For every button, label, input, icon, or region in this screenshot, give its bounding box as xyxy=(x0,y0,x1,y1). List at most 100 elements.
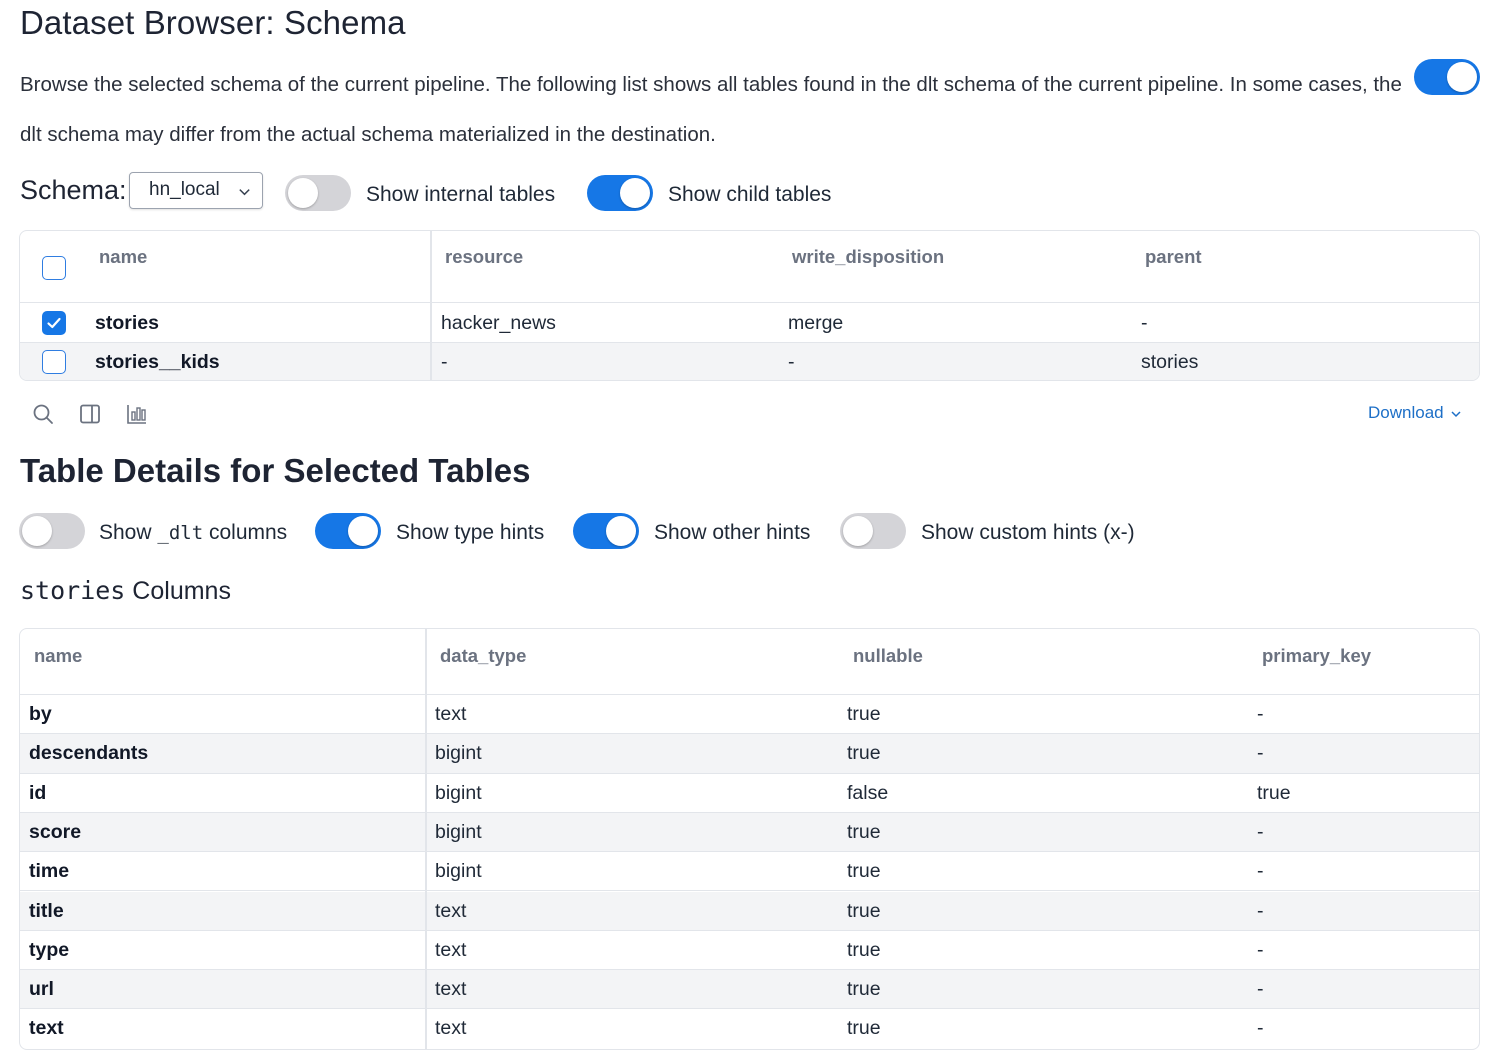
page-title: Dataset Browser: Schema xyxy=(20,4,406,41)
chevron-down-icon xyxy=(239,189,250,196)
cell-primary-key: - xyxy=(1257,1017,1264,1040)
header-resource: resource xyxy=(445,246,524,267)
show-child-tables-label: Show child tables xyxy=(668,183,832,206)
cell-primary-key: - xyxy=(1257,703,1264,725)
header-name: name xyxy=(34,645,83,666)
column-divider xyxy=(430,231,432,380)
cell-nullable: true xyxy=(847,703,881,725)
cell-data-type: text xyxy=(435,938,467,961)
cell-primary-key: - xyxy=(1257,938,1264,961)
table-row[interactable]: text text true - xyxy=(20,1009,1479,1048)
cell-nullable: true xyxy=(847,899,881,922)
cell-nullable: true xyxy=(847,742,881,765)
table-header-row: name data_type nullable primary_key xyxy=(20,629,1479,695)
download-button[interactable]: Download xyxy=(1368,403,1462,423)
intro-toggle[interactable] xyxy=(1414,59,1480,95)
column-divider xyxy=(425,629,427,1049)
table-row[interactable]: stories__kids - - stories xyxy=(20,343,1479,380)
cell-data-type: text xyxy=(435,1017,467,1040)
cell-nullable: true xyxy=(847,860,881,883)
table-row[interactable]: id bigint false true xyxy=(20,774,1479,813)
show-dlt-columns-label: Show _dlt columns xyxy=(99,521,288,544)
header-parent: parent xyxy=(1145,246,1202,267)
cell-data-type: text xyxy=(435,978,467,1001)
download-label: Download xyxy=(1368,403,1444,422)
table-row[interactable]: score bigint true - xyxy=(20,812,1479,853)
show-dlt-columns-toggle[interactable] xyxy=(19,513,85,549)
tables-table: name resource write_disposition parent s… xyxy=(19,230,1480,381)
cell-primary-key: - xyxy=(1257,742,1264,765)
table-row[interactable]: by text true - xyxy=(20,695,1479,735)
cell-data-type: bigint xyxy=(435,781,482,804)
page-intro: Browse the selected schema of the curren… xyxy=(20,73,1402,146)
cell-data-type: bigint xyxy=(435,742,482,765)
show-other-hints-toggle[interactable] xyxy=(573,513,639,549)
chevron-down-icon xyxy=(1451,410,1461,417)
show-internal-tables-toggle[interactable] xyxy=(285,175,351,211)
cell-name: id xyxy=(29,781,47,804)
header-name: name xyxy=(99,246,148,267)
cell-data-type: bigint xyxy=(435,860,482,883)
search-icon[interactable] xyxy=(31,402,55,426)
schema-label: Schema: xyxy=(20,175,127,205)
cell-resource: hacker_news xyxy=(441,312,556,334)
cell-parent: - xyxy=(1141,312,1148,334)
table-row[interactable]: url text true - xyxy=(20,970,1479,1010)
cell-name: stories__kids xyxy=(95,351,220,373)
cell-parent: stories xyxy=(1141,351,1199,373)
table-row[interactable]: type text true - xyxy=(20,931,1479,971)
cell-name: type xyxy=(29,938,70,961)
table-header-row: name resource write_disposition parent xyxy=(20,231,1479,303)
check-icon xyxy=(47,317,61,329)
cell-name: by xyxy=(29,703,52,725)
cell-name: title xyxy=(29,899,64,922)
show-child-tables-toggle[interactable] xyxy=(587,175,653,211)
cell-nullable: true xyxy=(847,938,881,961)
cell-data-type: text xyxy=(435,899,467,922)
show-other-hints-label: Show other hints xyxy=(654,521,811,544)
cell-primary-key: - xyxy=(1257,860,1264,883)
header-nullable: nullable xyxy=(853,645,923,666)
schema-select-value: hn_local xyxy=(149,179,220,200)
show-type-hints-label: Show type hints xyxy=(396,521,545,544)
cell-nullable: true xyxy=(847,820,881,843)
header-data-type: data_type xyxy=(440,645,527,666)
cell-resource: - xyxy=(441,351,448,373)
cell-name: url xyxy=(29,978,54,1001)
columns-title: stories Columns xyxy=(20,576,231,605)
chart-icon[interactable] xyxy=(125,402,149,426)
cell-name: score xyxy=(29,820,82,843)
cell-write-disposition: merge xyxy=(788,312,844,334)
cell-name: time xyxy=(29,860,70,883)
cell-primary-key: - xyxy=(1257,978,1264,1001)
show-internal-tables-label: Show internal tables xyxy=(366,183,556,206)
cell-primary-key: - xyxy=(1257,820,1264,843)
cell-data-type: bigint xyxy=(435,820,482,843)
cell-primary-key: true xyxy=(1257,781,1291,804)
show-custom-hints-toggle[interactable] xyxy=(840,513,906,549)
columns-table: name data_type nullable primary_key by te… xyxy=(19,628,1480,1050)
table-row[interactable]: time bigint true - xyxy=(20,852,1479,892)
show-custom-hints-label: Show custom hints (x-) xyxy=(921,521,1135,544)
header-write-disposition: write_disposition xyxy=(792,246,945,267)
table-row[interactable]: descendants bigint true - xyxy=(20,734,1479,774)
row-checkbox[interactable] xyxy=(42,350,66,374)
show-type-hints-toggle[interactable] xyxy=(315,513,381,549)
cell-nullable: true xyxy=(847,978,881,1001)
cell-name: stories xyxy=(95,312,159,334)
row-checkbox[interactable] xyxy=(42,311,66,335)
cell-name: descendants xyxy=(29,742,149,765)
cell-write-disposition: - xyxy=(788,351,795,373)
cell-nullable: true xyxy=(847,1017,881,1040)
cell-data-type: text xyxy=(435,703,467,725)
select-all-checkbox[interactable] xyxy=(42,256,66,280)
cell-name: text xyxy=(29,1017,64,1040)
details-title: Table Details for Selected Tables xyxy=(20,452,531,489)
table-row[interactable]: stories hacker_news merge - xyxy=(20,303,1479,343)
table-row[interactable]: title text true - xyxy=(20,891,1479,931)
header-primary-key: primary_key xyxy=(1262,645,1372,666)
panel-icon[interactable] xyxy=(78,402,102,426)
cell-nullable: false xyxy=(847,781,889,804)
cell-primary-key: - xyxy=(1257,899,1264,922)
schema-select[interactable]: hn_local xyxy=(129,172,263,209)
